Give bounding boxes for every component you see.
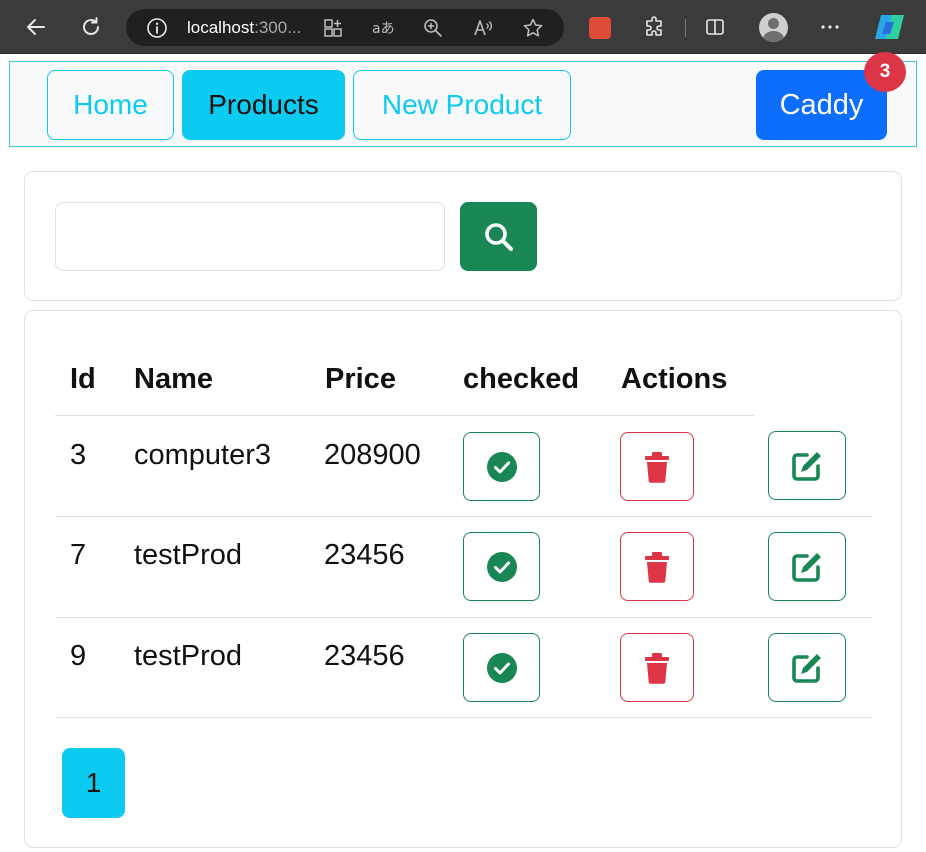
url-text: localhost:300... bbox=[187, 18, 302, 37]
check-button[interactable] bbox=[463, 532, 540, 601]
page-1-button[interactable]: 1 bbox=[62, 748, 125, 818]
nav-new-product-button[interactable]: New Product bbox=[353, 70, 571, 140]
copilot-icon[interactable] bbox=[873, 12, 906, 42]
search-card bbox=[24, 171, 902, 301]
address-bar[interactable]: localhost:300... aあ bbox=[126, 9, 564, 46]
read-aloud-icon[interactable] bbox=[468, 13, 498, 43]
info-icon[interactable] bbox=[142, 13, 172, 43]
nav-home-button[interactable]: Home bbox=[47, 70, 174, 140]
check-circle-icon bbox=[486, 551, 517, 582]
extension-icon[interactable] bbox=[589, 17, 611, 39]
nav-products-button[interactable]: Products bbox=[182, 70, 345, 140]
cell-name: testProd bbox=[134, 539, 242, 571]
edit-icon bbox=[792, 451, 821, 481]
column-header-id: Id bbox=[70, 363, 96, 395]
search-input[interactable] bbox=[55, 202, 445, 271]
trash-icon bbox=[645, 451, 669, 483]
cell-price: 23456 bbox=[324, 539, 405, 571]
header-divider bbox=[55, 415, 754, 416]
edit-icon bbox=[792, 552, 821, 582]
cell-name: testProd bbox=[134, 640, 242, 672]
svg-text:aあ: aあ bbox=[372, 21, 395, 37]
favorite-star-icon[interactable] bbox=[518, 13, 548, 43]
edit-button[interactable] bbox=[768, 431, 846, 500]
cell-id: 3 bbox=[70, 439, 87, 471]
more-menu-icon[interactable] bbox=[815, 12, 845, 42]
row-divider bbox=[55, 516, 872, 517]
delete-button[interactable] bbox=[620, 532, 694, 601]
back-icon[interactable] bbox=[21, 12, 51, 42]
row-divider bbox=[55, 617, 872, 618]
edit-icon bbox=[792, 653, 821, 683]
cell-id: 7 bbox=[70, 539, 87, 571]
check-circle-icon bbox=[486, 451, 517, 482]
split-screen-icon[interactable] bbox=[700, 12, 730, 42]
column-header-checked: checked bbox=[463, 363, 580, 395]
delete-button[interactable] bbox=[620, 633, 694, 702]
cell-price: 208900 bbox=[324, 439, 421, 471]
zoom-icon[interactable] bbox=[418, 13, 448, 43]
column-header-price: Price bbox=[325, 363, 396, 395]
cell-price: 23456 bbox=[324, 640, 405, 672]
cell-name: computer3 bbox=[134, 439, 272, 471]
edit-button[interactable] bbox=[768, 532, 846, 601]
search-icon bbox=[484, 222, 513, 251]
trash-icon bbox=[645, 551, 669, 583]
app-grid-icon[interactable] bbox=[318, 13, 348, 43]
check-button[interactable] bbox=[463, 633, 540, 702]
check-button[interactable] bbox=[463, 432, 540, 501]
delete-button[interactable] bbox=[620, 432, 694, 501]
caddy-count-badge: 3 bbox=[864, 52, 906, 92]
profile-avatar[interactable] bbox=[759, 13, 788, 42]
products-card: Id Name Price checked Actions 3 computer… bbox=[24, 310, 902, 848]
cell-id: 9 bbox=[70, 640, 87, 672]
column-header-name: Name bbox=[134, 363, 213, 395]
translate-icon[interactable]: aあ bbox=[368, 13, 398, 43]
puzzle-extensions-icon[interactable] bbox=[640, 12, 670, 42]
search-button[interactable] bbox=[460, 202, 537, 271]
app-navbar: Home Products New Product Caddy 3 bbox=[9, 52, 917, 147]
toolbar-divider bbox=[685, 19, 686, 37]
browser-toolbar: localhost:300... aあ bbox=[0, 0, 926, 54]
check-circle-icon bbox=[486, 652, 517, 683]
edit-button[interactable] bbox=[768, 633, 846, 702]
row-divider bbox=[55, 717, 872, 718]
refresh-icon[interactable] bbox=[76, 12, 106, 42]
trash-icon bbox=[645, 652, 669, 684]
column-header-actions: Actions bbox=[621, 363, 728, 395]
